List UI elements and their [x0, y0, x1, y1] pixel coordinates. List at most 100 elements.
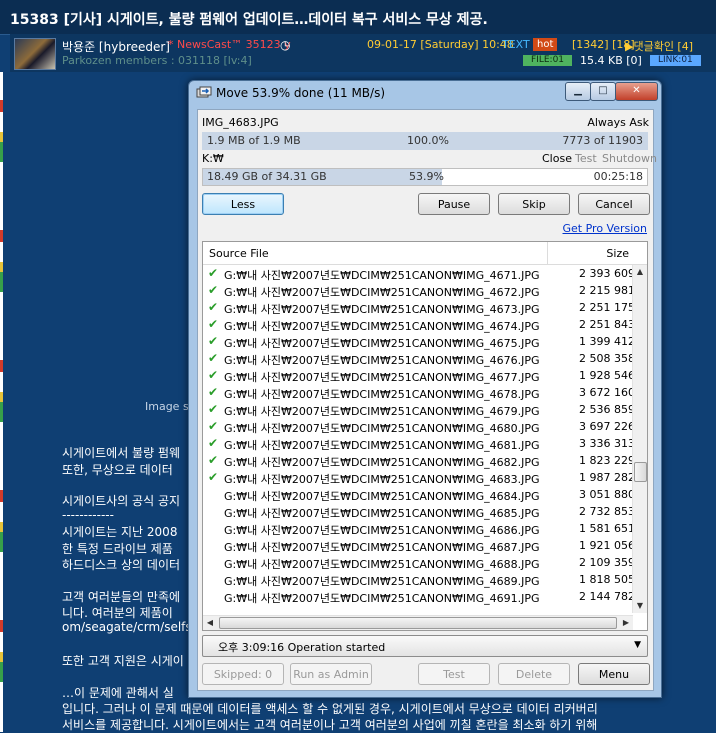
file-row[interactable]: ✔ G:₩내 사진₩2007년도₩DCIM₩251CANON₩IMG_4672.J…: [203, 283, 633, 300]
body-line: ------------: [62, 508, 114, 522]
file-row[interactable]: ✔ G:₩내 사진₩2007년도₩DCIM₩251CANON₩IMG_4676.J…: [203, 351, 633, 368]
file-row[interactable]: G:₩내 사진₩2007년도₩DCIM₩251CANON₩IMG_4685.JP…: [203, 504, 633, 521]
h-scroll-thumb[interactable]: [219, 617, 617, 629]
less-button[interactable]: Less: [202, 193, 284, 215]
total-progress-size: 18.49 GB of 34.31 GB: [207, 170, 327, 183]
elapsed-time: 00:25:18: [593, 170, 643, 183]
window-titlebar[interactable]: Move 53.9% done (11 MB/s) ▁ □ ✕: [189, 81, 661, 105]
file-row[interactable]: ✔ G:₩내 사진₩2007년도₩DCIM₩251CANON₩IMG_4673.J…: [203, 300, 633, 317]
test-button[interactable]: Test: [418, 663, 490, 685]
newscast-label: * NewsCast™ 35123 y: [168, 38, 291, 51]
minimize-button[interactable]: ▁: [565, 82, 591, 101]
blank-status-icon: [208, 573, 220, 585]
file-row[interactable]: ✔ G:₩내 사진₩2007년도₩DCIM₩251CANON₩IMG_4675.J…: [203, 334, 633, 351]
file-row[interactable]: G:₩내 사진₩2007년도₩DCIM₩251CANON₩IMG_4688.JP…: [203, 555, 633, 572]
check-icon: ✔: [208, 368, 219, 382]
file-progress-size: 1.9 MB of 1.9 MB: [207, 134, 301, 147]
file-row[interactable]: ✔ G:₩내 사진₩2007년도₩DCIM₩251CANON₩IMG_4674.J…: [203, 317, 633, 334]
member-info: Parkozen members : 031118 [lv:4]: [62, 54, 252, 67]
skip-button[interactable]: Skip: [498, 193, 570, 215]
text-tag: TEXT: [502, 38, 530, 51]
scroll-left-arrow[interactable]: ◀: [203, 616, 217, 630]
vertical-scrollbar[interactable]: ▲ ▼: [632, 265, 647, 613]
body-line: 또한 고객 지원은 시게이: [62, 654, 184, 668]
close-button[interactable]: ✕: [615, 82, 658, 101]
delete-button[interactable]: Delete: [498, 663, 570, 685]
window-title: Move 53.9% done (11 MB/s): [216, 86, 386, 100]
file-row[interactable]: ✔ G:₩내 사진₩2007년도₩DCIM₩251CANON₩IMG_4677.J…: [203, 368, 633, 385]
file-row[interactable]: ✔ G:₩내 사진₩2007년도₩DCIM₩251CANON₩IMG_4678.J…: [203, 385, 633, 402]
file-name: G:₩내 사진₩2007년도₩DCIM₩251CANON₩IMG_4683.JP…: [224, 473, 540, 486]
file-rows: ✔ G:₩내 사진₩2007년도₩DCIM₩251CANON₩IMG_4671.J…: [203, 265, 633, 613]
column-separator[interactable]: [547, 242, 548, 264]
file-name: G:₩내 사진₩2007년도₩DCIM₩251CANON₩IMG_4674.JP…: [224, 320, 540, 333]
file-row[interactable]: ✔ G:₩내 사진₩2007년도₩DCIM₩251CANON₩IMG_4683.J…: [203, 470, 633, 487]
file-row[interactable]: G:₩내 사진₩2007년도₩DCIM₩251CANON₩IMG_4687.JP…: [203, 538, 633, 555]
body-line: 입니다. 그러나 이 문제 때문에 데이터를 액세스 할 수 없게된 경우, 시…: [62, 702, 598, 716]
scroll-down-arrow[interactable]: ▼: [633, 599, 647, 613]
avatar[interactable]: [14, 38, 56, 70]
skipped-button[interactable]: Skipped: 0: [202, 663, 284, 685]
horizontal-scrollbar[interactable]: ◀ ▶: [203, 615, 633, 630]
file-name: G:₩내 사진₩2007년도₩DCIM₩251CANON₩IMG_4673.JP…: [224, 303, 540, 316]
reply-link[interactable]: ▶댓글확인 [4]: [625, 38, 693, 54]
get-pro-version-link[interactable]: Get Pro Version: [563, 222, 648, 235]
file-row[interactable]: ✔ G:₩내 사진₩2007년도₩DCIM₩251CANON₩IMG_4680.J…: [203, 419, 633, 436]
post-meta: 박용준 [hybreeder] * NewsCast™ 35123 y ◷ Pa…: [10, 34, 716, 72]
check-icon: ✔: [208, 402, 219, 416]
maximize-button[interactable]: □: [590, 82, 616, 101]
file-size: 3 697 226: [579, 420, 633, 433]
test-option[interactable]: Test: [575, 152, 597, 165]
operation-log-dropdown[interactable]: 오후 3:09:16 Operation started ▼: [202, 635, 648, 657]
cancel-button[interactable]: Cancel: [578, 193, 650, 215]
scroll-up-arrow[interactable]: ▲: [633, 265, 647, 279]
file-row[interactable]: ✔ G:₩내 사진₩2007년도₩DCIM₩251CANON₩IMG_4679.J…: [203, 402, 633, 419]
file-list[interactable]: Source File Size ✔ G:₩내 사진₩2007년도₩DCIM₩25…: [202, 241, 648, 631]
menu-button[interactable]: Menu: [578, 663, 650, 685]
file-row[interactable]: G:₩내 사진₩2007년도₩DCIM₩251CANON₩IMG_4689.JP…: [203, 572, 633, 589]
check-icon: ✔: [208, 300, 219, 314]
file-list-header: Source File Size: [203, 242, 647, 265]
file-name: G:₩내 사진₩2007년도₩DCIM₩251CANON₩IMG_4691.JP…: [224, 592, 540, 605]
run-as-admin-button[interactable]: Run as Admin: [290, 663, 372, 685]
link-badge[interactable]: LINK:01: [650, 55, 701, 66]
body-line: 또한, 무상으로 데이터: [62, 463, 173, 477]
file-size: 15.4 KB [0]: [580, 54, 642, 67]
post-title[interactable]: 15383 [기사] 시게이트, 불량 펌웨어 업데이트…데이터 복구 서비스 …: [10, 9, 488, 29]
blank-status-icon: [208, 556, 220, 568]
body-line: 하드디스크 상의 데이터: [62, 558, 181, 572]
file-row[interactable]: ✔ G:₩내 사진₩2007년도₩DCIM₩251CANON₩IMG_4671.J…: [203, 266, 633, 283]
check-icon: ✔: [208, 385, 219, 399]
file-count: 7773 of 11903: [562, 134, 643, 147]
column-header-source[interactable]: Source File: [209, 247, 269, 260]
check-icon: ✔: [208, 419, 219, 433]
file-size: 2 109 359: [579, 556, 633, 569]
always-ask-option[interactable]: Always Ask: [587, 116, 649, 129]
window-client: IMG_4683.JPG Always Ask 1.9 MB of 1.9 MB…: [197, 109, 657, 691]
blank-status-icon: [208, 522, 220, 534]
body-line: 시게이트는 지난 2008: [62, 525, 178, 539]
scroll-right-arrow[interactable]: ▶: [619, 616, 633, 630]
file-row[interactable]: G:₩내 사진₩2007년도₩DCIM₩251CANON₩IMG_4684.JP…: [203, 487, 633, 504]
body-line: 시게이트에서 불량 펌웨: [62, 446, 181, 460]
file-name: G:₩내 사진₩2007년도₩DCIM₩251CANON₩IMG_4675.JP…: [224, 337, 540, 350]
author-name[interactable]: 박용준 [hybreeder]: [62, 38, 170, 55]
blank-status-icon: [208, 539, 220, 551]
hot-badge: hot: [533, 38, 558, 51]
file-badge[interactable]: FILE:01: [523, 55, 573, 66]
file-row[interactable]: ✔ G:₩내 사진₩2007년도₩DCIM₩251CANON₩IMG_4682.J…: [203, 453, 633, 470]
close-when-done-option[interactable]: Close: [542, 152, 572, 165]
file-row[interactable]: G:₩내 사진₩2007년도₩DCIM₩251CANON₩IMG_4691.JP…: [203, 589, 633, 606]
file-size: 2 393 609: [579, 267, 633, 280]
check-icon: ✔: [208, 351, 219, 365]
file-size: 2 732 853: [579, 505, 633, 518]
shutdown-option[interactable]: Shutdown: [602, 152, 657, 165]
body-line[interactable]: om/seagate/crm/selfse: [62, 620, 199, 634]
file-row[interactable]: ✔ G:₩내 사진₩2007년도₩DCIM₩251CANON₩IMG_4681.J…: [203, 436, 633, 453]
scroll-thumb[interactable]: [634, 462, 647, 482]
pause-button[interactable]: Pause: [418, 193, 490, 215]
column-header-size[interactable]: Size: [606, 247, 629, 260]
destination-path: K:₩: [202, 152, 224, 165]
file-size: 1 987 282: [579, 471, 633, 484]
file-row[interactable]: G:₩내 사진₩2007년도₩DCIM₩251CANON₩IMG_4686.JP…: [203, 521, 633, 538]
